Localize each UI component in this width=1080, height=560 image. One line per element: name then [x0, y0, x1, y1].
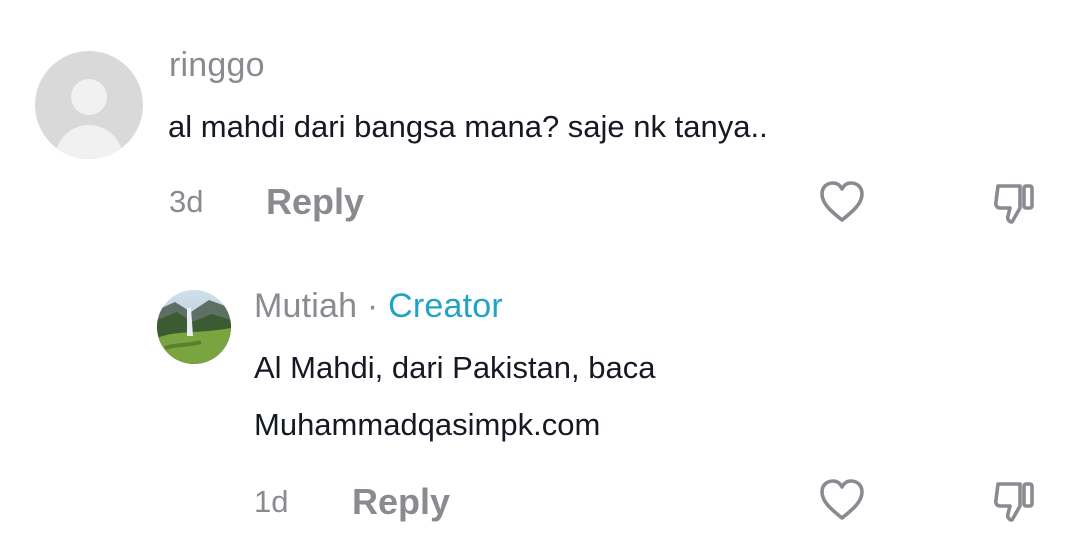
- reply-button[interactable]: Reply: [266, 181, 364, 223]
- reply-username[interactable]: Mutiah: [254, 287, 357, 325]
- avatar[interactable]: [35, 51, 143, 159]
- creator-badge: Creator: [388, 287, 503, 325]
- thumbs-down-outline-icon[interactable]: [992, 180, 1038, 226]
- landscape-waterfall-photo: [157, 290, 231, 364]
- reply-text-line-2[interactable]: Muhammadqasimpk.com: [254, 407, 600, 443]
- comment-username[interactable]: ringgo: [169, 46, 265, 85]
- heart-outline-icon[interactable]: [818, 478, 866, 522]
- comment-timestamp: 3d: [169, 184, 204, 219]
- thumbs-down-outline-icon[interactable]: [992, 478, 1038, 524]
- reply-username-line: Mutiah · Creator: [254, 287, 503, 326]
- heart-outline-icon[interactable]: [818, 180, 866, 224]
- separator-dot: ·: [366, 287, 379, 325]
- reply-text-line-1: Al Mahdi, dari Pakistan, baca: [254, 350, 656, 385]
- avatar-head-shape: [71, 79, 107, 115]
- avatar[interactable]: [157, 290, 231, 364]
- comment-text: al mahdi dari bangsa mana? saje nk tanya…: [168, 109, 768, 144]
- avatar-body-shape: [55, 125, 123, 159]
- reply-button[interactable]: Reply: [352, 481, 450, 523]
- reply-timestamp: 1d: [254, 484, 289, 519]
